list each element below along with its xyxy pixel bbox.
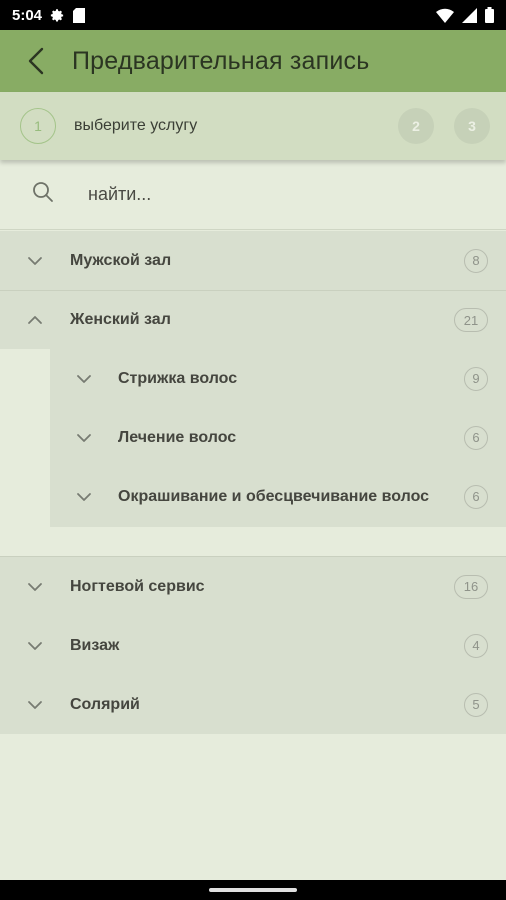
count-badge: 8 [464,248,488,273]
count-badge: 5 [464,692,488,717]
sim-card-icon [73,7,86,23]
category-row-nail-service[interactable]: Ногтевой сервис 16 [0,557,506,616]
category-label: Мужской зал [70,251,172,269]
subcategory-row-hair-coloring[interactable]: Окрашивание и обесцвечивание волос 6 [50,467,506,526]
subcategory-label: Окрашивание и обесцвечивание волос [118,487,430,505]
count-badge: 6 [464,425,488,450]
search-input[interactable] [88,184,448,205]
status-bar: 5:04 [0,0,506,30]
search-bar [0,160,506,230]
signal-icon [462,7,477,23]
category-label: Ногтевой сервис [70,577,205,595]
subcategory-row-haircut[interactable]: Стрижка волос 9 [50,349,506,408]
category-row-makeup[interactable]: Визаж 4 [0,616,506,675]
app-bar: Предварительная запись [0,30,506,92]
category-label: Визаж [70,636,120,654]
chevron-up-icon [0,291,70,350]
category-row-solarium[interactable]: Солярий 5 [0,675,506,734]
chevron-down-icon [0,231,70,290]
search-icon[interactable] [32,181,54,208]
step-3-indicator[interactable]: 3 [454,108,490,144]
chevron-down-icon [0,616,70,675]
battery-icon [485,7,494,23]
count-badge: 21 [454,308,488,332]
subcategory-row-hair-treatment[interactable]: Лечение волос 6 [50,408,506,467]
category-row-womens-hall[interactable]: Женский зал 21 [0,290,506,349]
step-2-indicator[interactable]: 2 [398,108,434,144]
category-label: Женский зал [70,311,171,328]
step-1-indicator[interactable]: 1 [20,108,56,144]
home-gesture-handle[interactable] [209,888,297,892]
category-row-mens-hall[interactable]: Мужской зал 8 [0,231,506,290]
spacer [0,527,506,556]
chevron-down-icon [50,467,118,526]
chevron-down-icon [50,408,118,467]
chevron-down-icon [0,675,70,734]
wifi-icon [436,8,454,23]
category-list: Мужской зал 8 Женский зал 21 Стрижка вол… [0,231,506,734]
count-badge: 4 [464,633,488,658]
booking-steps: 1 выберите услугу 2 3 [0,92,506,160]
gear-icon [50,8,65,23]
count-badge: 16 [454,574,488,599]
system-nav-bar [0,880,506,900]
back-button[interactable] [0,30,72,92]
subcategory-label: Лечение волос [118,428,237,446]
subcategory-group: Стрижка волос 9 Лечение волос 6 Окрашива… [0,349,506,527]
category-label: Солярий [70,695,140,713]
back-arrow-icon [28,47,44,75]
step-label: выберите услугу [74,117,198,134]
count-badge: 9 [464,366,488,391]
status-time: 5:04 [12,6,43,24]
chevron-down-icon [50,349,118,408]
count-badge: 6 [464,484,488,509]
chevron-down-icon [0,557,70,616]
page-title: Предварительная запись [72,46,370,75]
subcategory-label: Стрижка волос [118,369,238,387]
